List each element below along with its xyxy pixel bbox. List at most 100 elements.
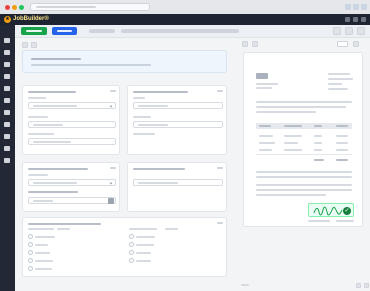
radio-option[interactable] — [28, 258, 33, 263]
files-icon[interactable] — [4, 110, 10, 115]
download-icon[interactable] — [353, 41, 359, 47]
radio-label — [136, 244, 154, 246]
text-field[interactable] — [28, 121, 116, 128]
address-bar[interactable] — [30, 3, 150, 11]
documents-icon[interactable] — [4, 62, 10, 67]
card-title — [133, 91, 188, 93]
card-title — [28, 223, 101, 225]
jobs-icon[interactable] — [4, 50, 10, 55]
form-card-d — [127, 162, 227, 212]
select-placeholder — [33, 105, 77, 107]
maximize-window-icon[interactable] — [19, 5, 24, 10]
text-field[interactable] — [28, 197, 116, 204]
card-title — [133, 168, 185, 170]
grid-icon[interactable] — [252, 41, 258, 47]
primary-action-button[interactable] — [21, 27, 47, 35]
input-placeholder — [33, 200, 53, 202]
radio-option[interactable] — [28, 242, 33, 247]
more-options-icon[interactable] — [217, 90, 223, 92]
messages-icon[interactable] — [4, 158, 10, 163]
group-label-secondary — [57, 228, 70, 230]
text-field[interactable] — [133, 102, 223, 109]
extension-icon[interactable] — [345, 4, 351, 10]
more-icon[interactable] — [357, 27, 365, 35]
radio-option[interactable] — [28, 266, 33, 271]
info-banner — [22, 50, 227, 73]
close-window-icon[interactable] — [5, 5, 10, 10]
expand-icon[interactable] — [356, 283, 361, 288]
view-icon[interactable] — [242, 41, 248, 47]
zoom-icon[interactable] — [337, 41, 348, 47]
table-cell — [284, 149, 302, 151]
text-field[interactable] — [133, 121, 223, 128]
help-icon[interactable] — [353, 17, 358, 22]
select-field[interactable] — [28, 102, 116, 109]
users-icon[interactable] — [4, 86, 10, 91]
document-line — [256, 111, 316, 113]
page-indicator — [241, 284, 249, 286]
app-header: ★ JobBuilder® — [0, 14, 370, 25]
sidebar — [0, 25, 15, 291]
calendar-icon[interactable] — [4, 74, 10, 79]
signature-box[interactable]: ✓ — [308, 203, 354, 217]
profile-icon[interactable] — [353, 4, 359, 10]
toolbar-label — [89, 29, 115, 33]
signature-label — [308, 220, 330, 222]
input-placeholder — [138, 105, 168, 107]
table-cell — [336, 149, 348, 151]
notifications-icon[interactable] — [345, 17, 350, 22]
table-cell — [314, 149, 322, 151]
tools-icon[interactable] — [4, 146, 10, 151]
select-placeholder — [33, 182, 77, 184]
preview-footer — [238, 280, 370, 291]
secondary-action-button[interactable] — [52, 27, 77, 35]
minimize-window-icon[interactable] — [12, 5, 17, 10]
more-options-icon[interactable] — [110, 90, 116, 92]
app-name: JobBuilder® — [13, 16, 49, 22]
chevron-down-icon — [109, 104, 113, 108]
document-preview: ✓ — [243, 52, 363, 227]
group-label — [28, 228, 54, 230]
radio-option[interactable] — [129, 258, 134, 263]
more-options-icon[interactable] — [217, 222, 223, 224]
settings-icon[interactable] — [4, 122, 10, 127]
browser-menu-icon[interactable] — [361, 4, 367, 10]
jobbuilder-logo-icon: ★ — [4, 16, 11, 23]
account-icon[interactable] — [361, 17, 366, 22]
field-label — [28, 174, 48, 176]
table-total-value — [336, 159, 348, 161]
radio-option[interactable] — [129, 242, 134, 247]
undo-icon[interactable] — [333, 27, 341, 35]
list-view-icon[interactable] — [22, 42, 28, 48]
more-options-icon[interactable] — [110, 167, 116, 169]
calendar-icon[interactable] — [108, 198, 114, 204]
text-field[interactable] — [133, 179, 223, 186]
field-label — [133, 116, 151, 118]
document-logo — [256, 73, 268, 79]
home-icon[interactable] — [4, 38, 10, 43]
document-address — [256, 83, 278, 85]
radio-option[interactable] — [28, 250, 33, 255]
document-line — [256, 171, 352, 173]
table-total-label — [314, 159, 324, 161]
radio-option[interactable] — [129, 250, 134, 255]
table-cell — [259, 149, 272, 151]
select-field[interactable] — [28, 179, 116, 186]
input-placeholder — [138, 124, 168, 126]
group-label-secondary — [165, 228, 178, 230]
fullscreen-icon[interactable] — [364, 283, 369, 288]
document-meta — [328, 83, 342, 85]
document-line — [256, 176, 352, 178]
more-options-icon[interactable] — [217, 167, 223, 169]
radio-option[interactable] — [129, 234, 134, 239]
table-cell — [336, 142, 348, 144]
redo-icon[interactable] — [345, 27, 353, 35]
radio-option[interactable] — [28, 234, 33, 239]
field-label — [133, 133, 155, 135]
reports-icon[interactable] — [4, 98, 10, 103]
help-icon[interactable] — [4, 134, 10, 139]
table-header — [256, 123, 352, 129]
text-field[interactable] — [28, 138, 116, 145]
grid-view-icon[interactable] — [31, 42, 37, 48]
table-cell — [284, 135, 302, 137]
